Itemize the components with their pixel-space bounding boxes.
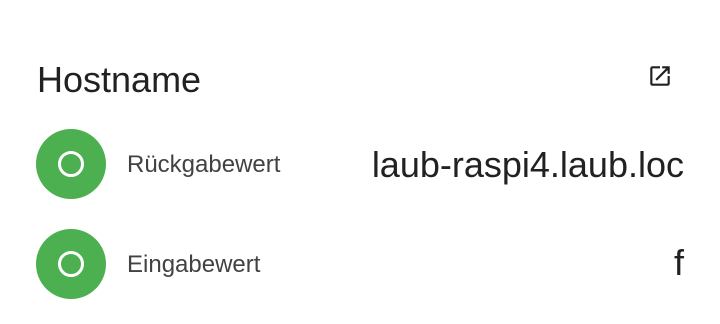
list-item-label: Eingabewert [127,251,261,278]
list-item-label: Rückgabewert [127,151,281,178]
list-item-value: laub-raspi4.laub.loc [371,144,684,185]
circle-outline-icon [58,251,84,277]
open-in-new-icon [650,66,670,86]
list-item-input-value: Eingabewert f [0,229,720,301]
status-badge [36,229,106,299]
list-item-value: f [673,242,684,283]
open-in-new-button[interactable] [642,58,678,94]
list-item-return-value: Rückgabewert laub-raspi4.laub.loc [0,129,720,201]
hostname-card: Hostname Rückgabewert laub-raspi4.laub.l… [0,0,720,324]
card-title: Hostname [37,59,202,100]
circle-outline-icon [58,151,84,177]
status-badge [36,129,106,199]
